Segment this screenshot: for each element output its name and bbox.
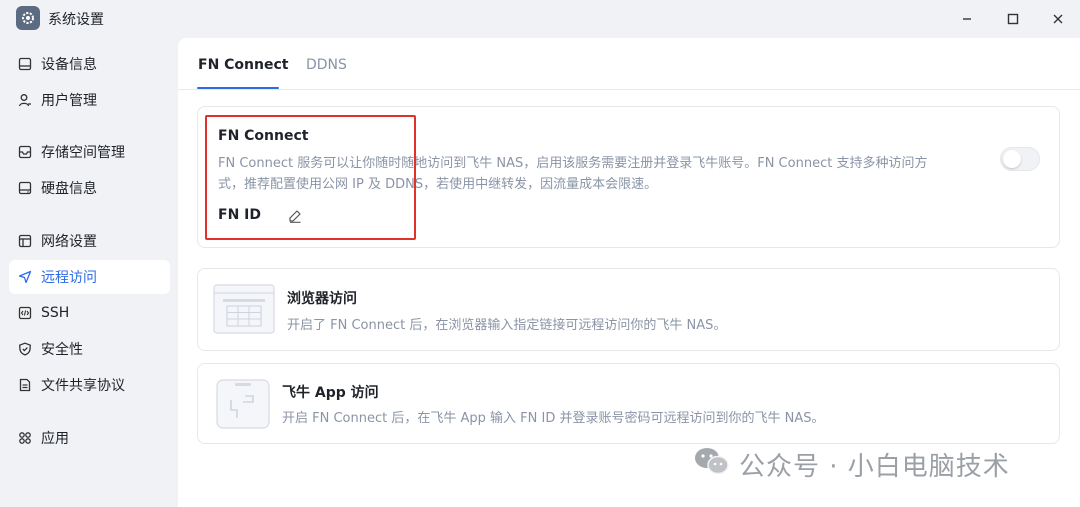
sidebar-item-device-info[interactable]: 设备信息 xyxy=(9,47,170,81)
sidebar-item-label: 用户管理 xyxy=(41,93,97,109)
sidebar-item-apps[interactable]: 应用 xyxy=(9,421,170,455)
sidebar-item-label: 设备信息 xyxy=(41,57,97,73)
sidebar-item-label: 远程访问 xyxy=(41,270,97,286)
apps-icon xyxy=(17,430,33,446)
window-title: 系统设置 xyxy=(48,12,104,28)
sidebar-item-label: 文件共享协议 xyxy=(41,378,125,394)
monitor-icon xyxy=(17,56,33,72)
fn-connect-toggle[interactable] xyxy=(1000,147,1040,171)
sidebar-item-label: 应用 xyxy=(41,431,69,447)
toggle-knob xyxy=(1003,150,1021,168)
sidebar-item-file-sharing[interactable]: 文件共享协议 xyxy=(9,368,170,402)
sidebar-item-network[interactable]: 网络设置 xyxy=(9,224,170,258)
wechat-icon xyxy=(693,445,731,484)
storage-icon xyxy=(17,144,33,160)
sidebar-item-security[interactable]: 安全性 xyxy=(9,332,170,366)
watermark-text: 公众号 · 小白电脑技术 xyxy=(739,451,1010,482)
highlight-annotation-box xyxy=(205,115,416,240)
send-icon xyxy=(17,269,33,285)
sidebar-item-ssh[interactable]: SSH xyxy=(9,296,170,330)
file-icon xyxy=(17,377,33,393)
sidebar-item-storage[interactable]: 存储空间管理 xyxy=(9,135,170,169)
tab-ddns[interactable]: DDNS xyxy=(306,57,347,73)
app-access-description: 开启 FN Connect 后，在飞牛 App 输入 FN ID 并登录账号密码… xyxy=(282,411,825,426)
sidebar-item-label: 硬盘信息 xyxy=(41,181,97,197)
app-access-title: 飞牛 App 访问 xyxy=(282,385,379,401)
sidebar-item-remote-access[interactable]: 远程访问 xyxy=(9,260,170,294)
disk-icon xyxy=(17,180,33,196)
browser-access-card xyxy=(197,268,1060,351)
network-icon xyxy=(17,233,33,249)
sidebar-item-label: 存储空间管理 xyxy=(41,145,125,161)
main-panel: FN Connect DDNS FN Connect FN Connect 服务… xyxy=(178,38,1080,507)
maximize-icon[interactable] xyxy=(1002,8,1024,30)
sidebar-item-label: SSH xyxy=(41,305,70,321)
phone-illustration-icon xyxy=(215,378,271,430)
tab-bar: FN Connect DDNS xyxy=(178,38,1080,90)
user-icon xyxy=(17,92,33,108)
gear-icon xyxy=(16,6,40,30)
sidebar: 设备信息 用户管理 存储空间管理 硬盘信息 网络设置 远程访问 SSH 安全性 … xyxy=(0,38,178,507)
sidebar-item-label: 安全性 xyxy=(41,342,83,358)
browser-illustration-icon xyxy=(213,284,275,334)
sidebar-item-label: 网络设置 xyxy=(41,234,97,250)
watermark: 公众号 · 小白电脑技术 xyxy=(693,444,1063,484)
shield-icon xyxy=(17,341,33,357)
app-access-card xyxy=(197,363,1060,444)
sidebar-item-users[interactable]: 用户管理 xyxy=(9,83,170,117)
close-icon[interactable] xyxy=(1047,8,1069,30)
code-icon xyxy=(17,305,33,321)
title-bar: 系统设置 xyxy=(0,0,1080,38)
browser-access-description: 开启了 FN Connect 后，在浏览器输入指定链接可远程访问你的飞牛 NAS… xyxy=(287,318,727,333)
active-tab-indicator xyxy=(197,87,279,89)
tab-fn-connect[interactable]: FN Connect xyxy=(198,57,288,73)
sidebar-item-disk[interactable]: 硬盘信息 xyxy=(9,171,170,205)
browser-access-title: 浏览器访问 xyxy=(287,291,357,307)
minimize-icon[interactable] xyxy=(956,8,978,30)
